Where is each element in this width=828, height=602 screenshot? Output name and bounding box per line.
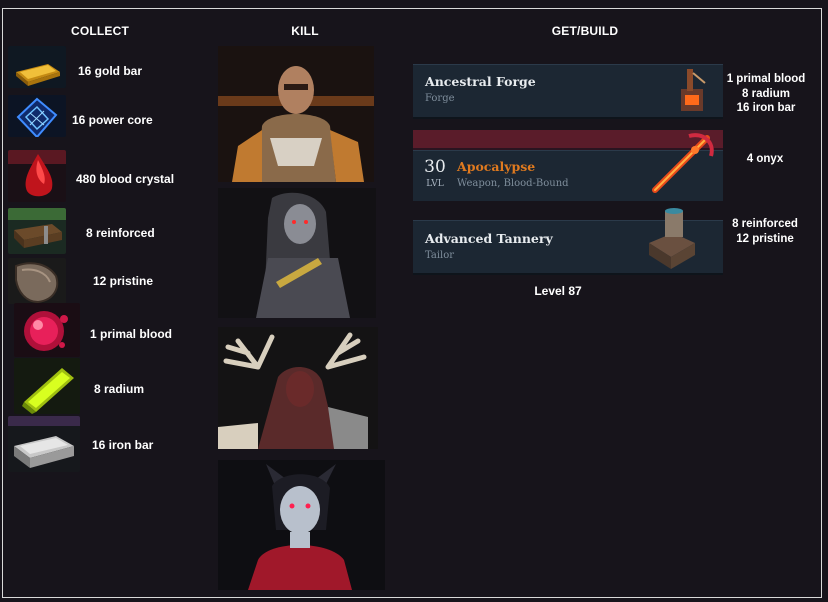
pristine-hide-icon (8, 258, 66, 304)
ancestral-forge-card[interactable]: Ancestral Forge Forge (413, 64, 723, 117)
radium-icon (14, 358, 80, 414)
item-level: 30 (424, 157, 446, 177)
collect-item-iron-bar: 16 iron bar (8, 416, 208, 476)
collect-label: 480 blood crystal (76, 172, 175, 186)
requirement-line: 8 radium (742, 87, 790, 100)
get-build-header: GET/BUILD (551, 24, 619, 38)
blood-crystal-icon (8, 150, 66, 202)
item-level-label: LVL (426, 179, 444, 189)
tannery-requirements: 8 reinforced 12 pristine (726, 217, 804, 246)
card-subtitle: Forge (425, 93, 455, 104)
horned-vampire-woman-boss-portrait (218, 460, 385, 590)
collect-item-primal-blood: 1 primal blood (8, 303, 208, 363)
kill-header: KILL (291, 24, 319, 38)
reinforced-plank-icon (8, 208, 66, 254)
forge-icon (671, 67, 711, 115)
requirement-line: 1 primal blood (726, 73, 806, 85)
collect-label: 12 pristine (93, 274, 154, 288)
crossbow-weapon-icon (649, 130, 719, 194)
requirement-line: 16 iron bar (736, 102, 796, 114)
collect-item-radium: 8 radium (8, 358, 208, 418)
grey-haired-vampire-boss-portrait (218, 188, 376, 318)
requirement-line: 8 reinforced (732, 218, 798, 230)
iron-bar-icon (8, 416, 80, 472)
bald-warrior-boss-portrait (218, 46, 374, 182)
collect-label: 16 power core (72, 113, 153, 127)
collect-item-blood-crystal: 480 blood crystal (8, 150, 208, 210)
item-subtitle: Weapon, Blood-Bound (457, 178, 569, 189)
requirement-line: 4 onyx (746, 153, 784, 165)
tannery-icon (645, 203, 699, 273)
level-requirement: Level 87 (534, 284, 582, 298)
requirement-line: 12 pristine (736, 232, 794, 245)
collect-label: 16 iron bar (92, 438, 154, 452)
card-title: Advanced Tannery (425, 231, 553, 246)
collect-label: 1 primal blood (90, 327, 173, 341)
collect-label: 8 radium (94, 382, 145, 396)
forge-requirements: 1 primal blood 8 radium 16 iron bar (724, 72, 808, 116)
collect-item-power-core: 16 power core (8, 93, 208, 153)
collect-header: COLLECT (70, 24, 130, 38)
card-title: Ancestral Forge (425, 74, 536, 89)
card-subtitle: Tailor (425, 250, 455, 261)
gold-bar-icon (8, 46, 66, 88)
power-core-icon (8, 95, 66, 137)
antlered-beast-boss-portrait (218, 327, 378, 449)
advanced-tannery-card[interactable]: Advanced Tannery Tailor (413, 208, 723, 273)
collect-label: 8 reinforced (86, 226, 155, 240)
primal-blood-icon (14, 303, 80, 357)
item-title: Apocalypse (457, 159, 536, 174)
apocalypse-requirements: 4 onyx (730, 152, 800, 167)
apocalypse-banner: 30 LVL Apocalypse Weapon, Blood-Bound (413, 130, 723, 201)
collect-label: 16 gold bar (78, 64, 143, 78)
